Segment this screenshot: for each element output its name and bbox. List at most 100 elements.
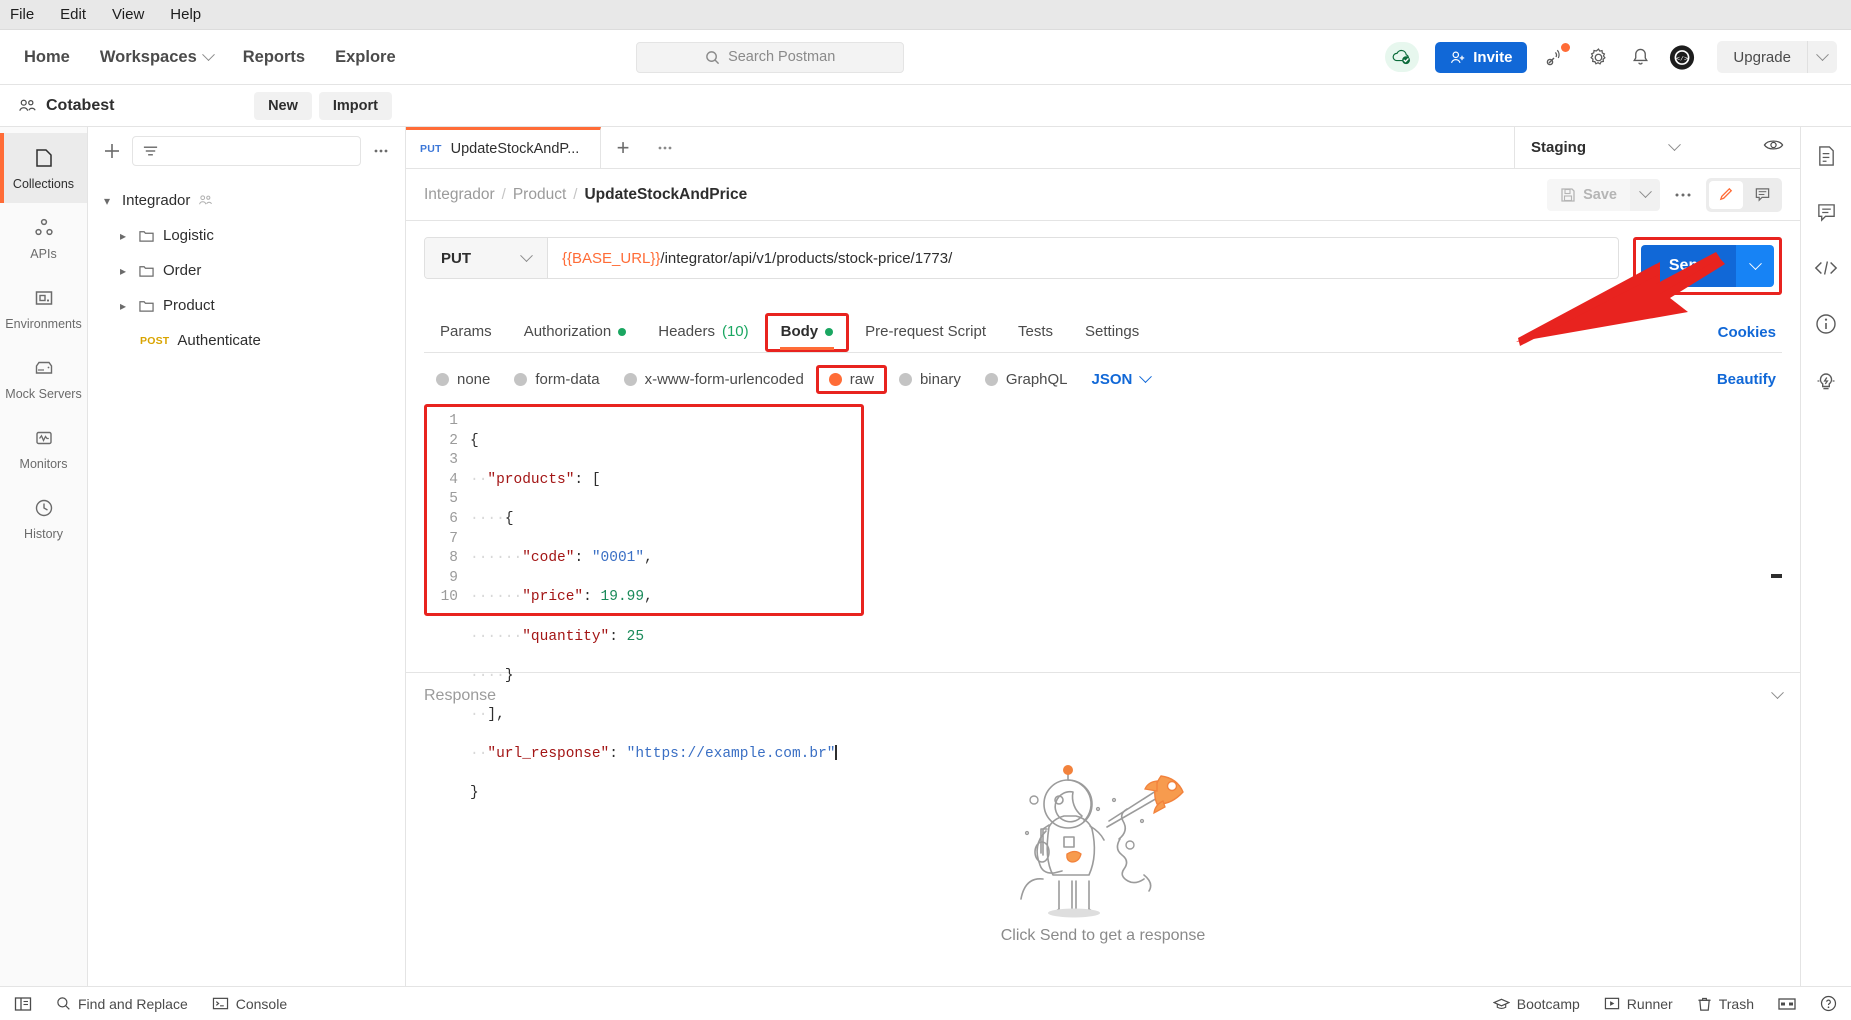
documentation-icon[interactable] bbox=[1816, 145, 1837, 172]
tree-item-order[interactable]: ▸ Order bbox=[88, 253, 405, 288]
bootcamp-button[interactable]: Bootcamp bbox=[1492, 996, 1580, 1012]
edit-mode-button[interactable] bbox=[1709, 180, 1743, 209]
info-icon[interactable] bbox=[1815, 313, 1837, 340]
workspace-name[interactable]: Cotabest bbox=[0, 97, 114, 115]
body-type-raw[interactable]: raw bbox=[815, 365, 887, 394]
request-more-options-icon[interactable] bbox=[1672, 187, 1694, 203]
tab-more-options-icon[interactable] bbox=[645, 127, 685, 168]
beautify-link[interactable]: Beautify bbox=[1717, 371, 1782, 388]
save-options-button[interactable] bbox=[1630, 178, 1660, 211]
breadcrumb-folder[interactable]: Product bbox=[513, 186, 566, 204]
menu-edit[interactable]: Edit bbox=[60, 6, 86, 23]
trash-button[interactable]: Trash bbox=[1697, 996, 1754, 1012]
menu-file[interactable]: File bbox=[10, 6, 34, 23]
comment-mode-button[interactable] bbox=[1745, 181, 1779, 209]
code-snippet-icon[interactable] bbox=[1814, 258, 1838, 283]
sidebar-item-history[interactable]: History bbox=[0, 483, 87, 553]
chevron-down-icon[interactable]: ▾ bbox=[100, 194, 114, 208]
tab-params[interactable]: Params bbox=[424, 313, 508, 352]
body-type-form-data[interactable]: form-data bbox=[502, 367, 611, 392]
import-button[interactable]: Import bbox=[318, 91, 392, 120]
nav-workspaces[interactable]: Workspaces bbox=[100, 48, 215, 67]
save-disk-icon bbox=[1561, 187, 1575, 202]
tree-item-product[interactable]: ▸ Product bbox=[88, 288, 405, 323]
help-button[interactable] bbox=[1820, 995, 1837, 1012]
tab-headers-label: Headers bbox=[658, 323, 715, 340]
body-format-select[interactable]: JSON bbox=[1092, 370, 1153, 388]
invite-label: Invite bbox=[1473, 48, 1513, 66]
editor-scrollbar[interactable] bbox=[1771, 574, 1782, 578]
notifications-satellite-icon[interactable] bbox=[1543, 43, 1571, 70]
collections-filter-input[interactable] bbox=[132, 136, 361, 166]
tab-pre-request-script[interactable]: Pre-request Script bbox=[849, 313, 1002, 352]
status-bar: Find and Replace Console Bootcamp Runner… bbox=[0, 986, 1851, 1020]
sync-status-icon[interactable] bbox=[1385, 42, 1420, 72]
environment-selector[interactable]: Staging bbox=[1514, 127, 1800, 168]
two-pane-layout-button[interactable] bbox=[1778, 997, 1796, 1011]
invite-button[interactable]: Invite bbox=[1435, 41, 1528, 73]
nav-home[interactable]: Home bbox=[24, 48, 70, 67]
send-options-button[interactable] bbox=[1736, 245, 1774, 287]
tree-item-logistic[interactable]: ▸ Logistic bbox=[88, 218, 405, 253]
breadcrumb-separator: / bbox=[501, 186, 506, 203]
sidebar-item-mock-servers[interactable]: Mock Servers bbox=[0, 343, 87, 413]
sidebar-item-collections[interactable]: Collections bbox=[0, 133, 87, 203]
sidebar-item-environments[interactable]: Environments bbox=[0, 273, 87, 343]
http-method-label: PUT bbox=[441, 249, 471, 267]
search-input[interactable]: Search Postman bbox=[636, 41, 905, 73]
console-button[interactable]: Console bbox=[212, 996, 287, 1012]
tab-tests[interactable]: Tests bbox=[1002, 313, 1069, 352]
menu-help[interactable]: Help bbox=[170, 6, 201, 23]
chevron-right-icon[interactable]: ▸ bbox=[116, 229, 130, 243]
pencil-icon bbox=[1719, 187, 1732, 201]
new-tab-button[interactable]: + bbox=[601, 127, 645, 168]
send-button[interactable]: Send bbox=[1640, 245, 1736, 287]
find-and-replace-button[interactable]: Find and Replace bbox=[56, 996, 188, 1012]
chevron-right-icon[interactable]: ▸ bbox=[116, 264, 130, 278]
tree-item-authenticate[interactable]: POST Authenticate bbox=[88, 323, 405, 358]
tree-item-authenticate-label: Authenticate bbox=[177, 332, 261, 349]
more-options-icon[interactable] bbox=[371, 142, 391, 160]
editor-code[interactable]: { ··"products": [ ····{ ······"code": "0… bbox=[470, 412, 1782, 801]
url-input[interactable]: {{BASE_URL}}/integrator/api/v1/products/… bbox=[548, 238, 1618, 278]
body-type-none[interactable]: none bbox=[424, 367, 502, 392]
json-body-editor[interactable]: 1 2 3 4 5 6 7 8 9 10 { ··"products": [ ·… bbox=[424, 404, 1782, 801]
settings-gear-icon[interactable] bbox=[1585, 44, 1611, 70]
tab-body[interactable]: Body bbox=[764, 313, 850, 352]
filter-icon bbox=[143, 146, 158, 156]
toggle-sidebar-button[interactable] bbox=[14, 996, 32, 1012]
sidebar-item-apis[interactable]: APIs bbox=[0, 203, 87, 273]
save-button[interactable]: Save bbox=[1547, 178, 1630, 211]
comments-icon[interactable] bbox=[1816, 202, 1837, 228]
nav-reports[interactable]: Reports bbox=[243, 48, 305, 67]
upgrade-chevron[interactable] bbox=[1808, 47, 1837, 62]
body-type-raw-label: raw bbox=[849, 371, 874, 388]
team-icon bbox=[19, 99, 36, 111]
lightbulb-icon[interactable] bbox=[1815, 370, 1837, 398]
environment-quick-look-icon[interactable] bbox=[1763, 137, 1784, 158]
runner-button[interactable]: Runner bbox=[1604, 996, 1673, 1012]
body-type-urlencoded[interactable]: x-www-form-urlencoded bbox=[612, 367, 816, 392]
menu-view[interactable]: View bbox=[112, 6, 144, 23]
upgrade-button[interactable]: Upgrade bbox=[1717, 41, 1837, 73]
new-button[interactable]: New bbox=[254, 91, 312, 120]
cookies-link[interactable]: Cookies bbox=[1718, 324, 1782, 341]
breadcrumb-collection[interactable]: Integrador bbox=[424, 186, 495, 204]
chevron-right-icon[interactable]: ▸ bbox=[116, 299, 130, 313]
tab-authorization[interactable]: Authorization bbox=[508, 313, 643, 352]
body-type-graphql[interactable]: GraphQL bbox=[973, 367, 1080, 392]
save-label: Save bbox=[1583, 186, 1617, 203]
nav-explore[interactable]: Explore bbox=[335, 48, 396, 67]
tab-headers[interactable]: Headers (10) bbox=[642, 313, 764, 352]
open-tab-updatestockandprice[interactable]: PUT UpdateStockAndP... bbox=[406, 127, 601, 168]
alerts-bell-icon[interactable] bbox=[1627, 44, 1653, 70]
tree-item-integrador[interactable]: ▾ Integrador bbox=[88, 183, 405, 218]
plus-icon[interactable] bbox=[102, 141, 122, 161]
tab-settings[interactable]: Settings bbox=[1069, 313, 1155, 352]
avatar[interactable]: </> bbox=[1669, 44, 1695, 70]
line-number: 10 bbox=[440, 589, 458, 606]
body-type-binary[interactable]: binary bbox=[887, 367, 973, 392]
sidebar-item-monitors[interactable]: Monitors bbox=[0, 413, 87, 483]
trash-label: Trash bbox=[1718, 995, 1754, 1012]
http-method-select[interactable]: PUT bbox=[425, 238, 548, 278]
